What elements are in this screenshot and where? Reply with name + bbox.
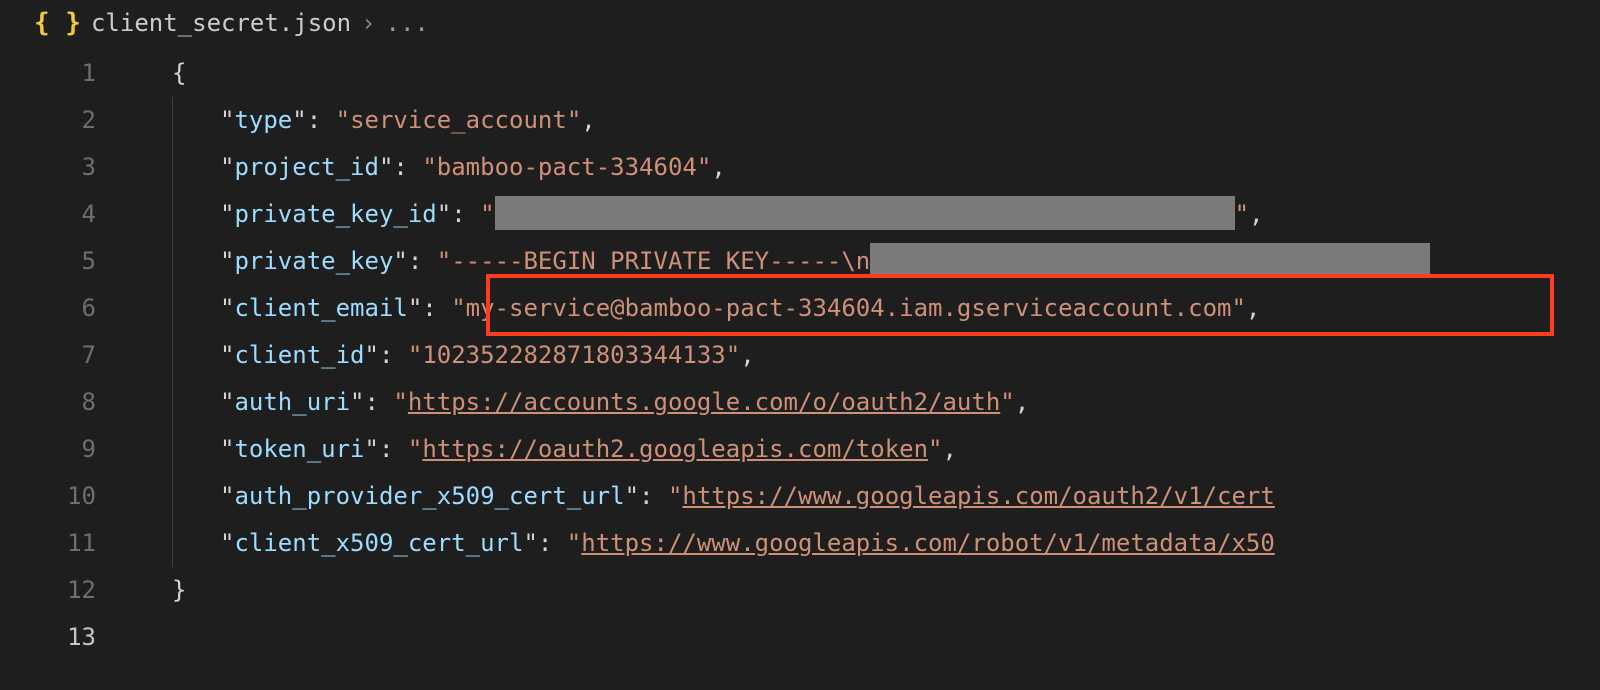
line-number: 10 [0, 473, 126, 520]
line-number: 9 [0, 426, 126, 473]
editor-line: 4 "private_key_id": "", [0, 191, 1600, 238]
editor-line: 12 } [0, 567, 1600, 614]
code-content[interactable]: "client_email": "my-service@bamboo-pact-… [126, 285, 1600, 332]
editor-line: 6 "client_email": "my-service@bamboo-pac… [0, 285, 1600, 332]
line-number: 4 [0, 191, 126, 238]
editor-line: 5 "private_key": "-----BEGIN PRIVATE KEY… [0, 238, 1600, 285]
breadcrumb[interactable]: { } client_secret.json › ... [0, 0, 1600, 50]
line-number: 3 [0, 144, 126, 191]
editor-line: 10 "auth_provider_x509_cert_url": "https… [0, 473, 1600, 520]
client-email-value: my-service@bamboo-pact-334604.iam.gservi… [466, 294, 1232, 322]
editor-line: 7 "client_id": "102352282871803344133", [0, 332, 1600, 379]
breadcrumb-filename[interactable]: client_secret.json [91, 9, 351, 37]
line-number: 13 [0, 614, 126, 661]
line-number: 5 [0, 238, 126, 285]
code-editor[interactable]: 1 { 2 "type": "service_account", 3 "proj… [0, 50, 1600, 661]
editor-line: 1 { [0, 50, 1600, 97]
editor-line: 13 [0, 614, 1600, 661]
line-number: 2 [0, 97, 126, 144]
code-content[interactable]: "token_uri": "https://oauth2.googleapis.… [126, 426, 1600, 473]
code-content[interactable]: "private_key_id": "", [126, 191, 1600, 238]
chevron-right-icon: › [361, 9, 375, 37]
code-content[interactable]: { [126, 50, 1600, 97]
line-number: 7 [0, 332, 126, 379]
code-content[interactable]: } [126, 567, 1600, 614]
line-number: 8 [0, 379, 126, 426]
code-content[interactable]: "type": "service_account", [126, 97, 1600, 144]
code-content[interactable]: "project_id": "bamboo-pact-334604", [126, 144, 1600, 191]
editor-line: 9 "token_uri": "https://oauth2.googleapi… [0, 426, 1600, 473]
redacted-block [495, 196, 1235, 230]
editor-line: 2 "type": "service_account", [0, 97, 1600, 144]
editor-line: 11 "client_x509_cert_url": "https://www.… [0, 520, 1600, 567]
editor-line: 8 "auth_uri": "https://accounts.google.c… [0, 379, 1600, 426]
redacted-block [870, 243, 1430, 277]
code-content[interactable]: "auth_provider_x509_cert_url": "https://… [126, 473, 1600, 520]
line-number: 12 [0, 567, 126, 614]
braces-icon: { } [34, 8, 81, 38]
line-number: 11 [0, 520, 126, 567]
line-number: 1 [0, 50, 126, 97]
editor-line: 3 "project_id": "bamboo-pact-334604", [0, 144, 1600, 191]
code-content[interactable]: "auth_uri": "https://accounts.google.com… [126, 379, 1600, 426]
line-number: 6 [0, 285, 126, 332]
code-content[interactable]: "client_id": "102352282871803344133", [126, 332, 1600, 379]
code-content[interactable]: "client_x509_cert_url": "https://www.goo… [126, 520, 1600, 567]
breadcrumb-more[interactable]: ... [386, 9, 429, 37]
code-content[interactable]: "private_key": "-----BEGIN PRIVATE KEY--… [126, 238, 1600, 285]
